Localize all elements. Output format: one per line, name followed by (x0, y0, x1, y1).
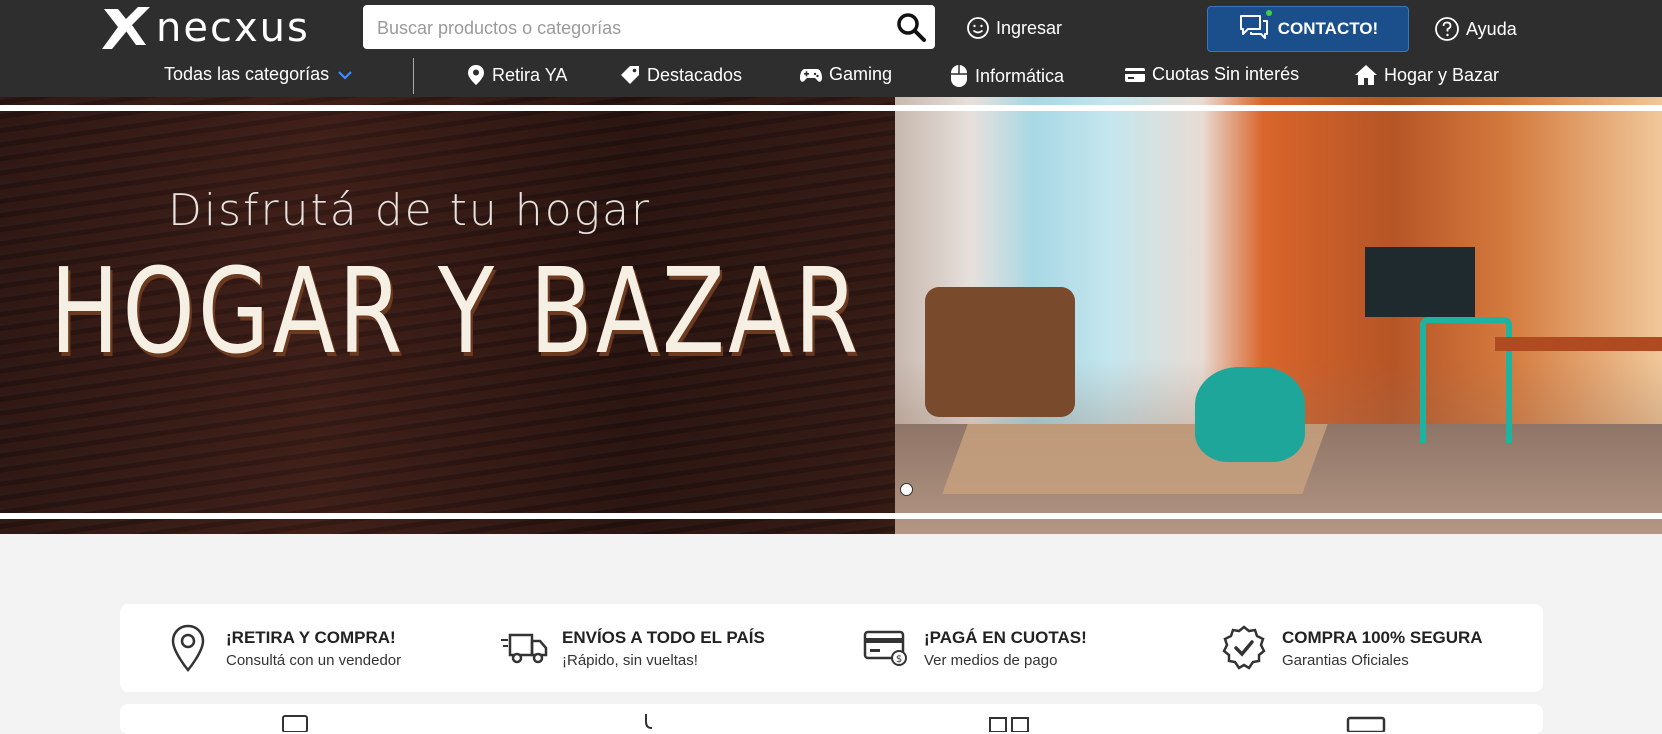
chat-bubbles-icon (1238, 9, 1272, 46)
location-pin-icon (468, 65, 484, 85)
all-categories-dropdown[interactable]: Todas las categorías (164, 64, 353, 85)
contact-label: CONTACTO! (1277, 19, 1379, 38)
nav-item-label: Hogar y Bazar (1384, 64, 1500, 85)
top-header: necxus Ingresar CONTACTO! (0, 0, 1662, 97)
home-icon (1355, 65, 1377, 85)
gamepad-icon (800, 68, 822, 82)
nav-item-informatica[interactable]: Informática (949, 64, 1064, 88)
feature-retira[interactable]: ¡RETIRA Y COMPRA! Consultá con un vended… (164, 604, 401, 692)
nav-item-label: Destacados (647, 64, 743, 85)
cable-icon (645, 714, 653, 729)
category-nav: Todas las categorías Retira YA Destacado… (0, 56, 1662, 96)
feature-title: COMPRA 100% SEGURA (1282, 627, 1483, 647)
hero-banner[interactable]: Disfrutá de tu hogar HOGAR Y BAZAR (0, 97, 1662, 534)
room-tv (1365, 247, 1475, 317)
feature-segura[interactable]: COMPRA 100% SEGURA Garantias Oficiales (1220, 604, 1483, 692)
room-chair (1420, 317, 1512, 443)
map-pin-icon (164, 622, 212, 674)
mouse-icon (951, 65, 967, 87)
search-icon[interactable] (895, 11, 927, 43)
room-armchair (925, 287, 1075, 417)
room-table (1495, 337, 1662, 351)
room-pouf (1195, 367, 1305, 462)
help-label: Ayuda (1466, 18, 1517, 39)
living-room-image (895, 97, 1662, 534)
feature-title: ¡RETIRA Y COMPRA! (226, 627, 396, 647)
features-bar: ¡RETIRA Y COMPRA! Consultá con un vended… (120, 604, 1543, 692)
search-input[interactable] (375, 5, 879, 51)
nav-item-retira-ya[interactable]: Retira YA (466, 64, 567, 86)
nav-item-destacados[interactable]: Destacados (619, 64, 742, 86)
help-link[interactable]: Ayuda (1434, 16, 1517, 42)
feature-subtitle: Ver medios de pago (924, 651, 1058, 669)
hero-title: HOGAR Y BAZAR (50, 242, 862, 380)
feature-envios[interactable]: ENVÍOS A TODO EL PAÍS ¡Rápido, sin vuelt… (500, 604, 765, 692)
contact-button[interactable]: CONTACTO! (1207, 6, 1409, 52)
banner-stripe-bottom (0, 513, 1662, 519)
card-payment-icon: $ (862, 622, 910, 674)
monitor-icon (282, 715, 308, 732)
login-link[interactable]: Ingresar (966, 16, 1062, 40)
login-label: Ingresar (996, 17, 1063, 38)
brand-name: necxus (156, 5, 310, 51)
category-icons-row (120, 704, 1543, 734)
nav-item-label: Retira YA (492, 64, 568, 85)
nav-item-gaming[interactable]: Gaming (799, 64, 892, 85)
feature-subtitle: Consultá con un vendedor (226, 651, 402, 669)
necxus-logo[interactable]: necxus (100, 4, 310, 52)
nav-item-hogar-bazar[interactable]: Hogar y Bazar (1354, 64, 1499, 86)
smiley-user-icon (967, 17, 989, 39)
chevron-down-icon (338, 70, 352, 80)
carousel-dot[interactable] (900, 483, 913, 496)
online-dot (1265, 9, 1272, 16)
svg-text:$: $ (896, 654, 902, 665)
tag-icon (621, 66, 639, 84)
feature-title: ENVÍOS A TODO EL PAÍS (562, 627, 765, 647)
nav-item-label: Gaming (829, 64, 893, 84)
truck-icon (500, 622, 548, 674)
nav-item-label: Informática (975, 65, 1065, 86)
hero-subtitle: Disfrutá de tu hogar (168, 185, 652, 236)
necxus-logo-icon (102, 7, 150, 49)
search-bar (363, 5, 935, 51)
laptop-icon (1346, 716, 1386, 732)
all-categories-label: Todas las categorías (164, 64, 330, 84)
feature-subtitle: ¡Rápido, sin vueltas! (562, 651, 698, 669)
feature-title: ¡PAGÁ EN CUOTAS! (924, 627, 1087, 647)
credit-card-icon (1125, 67, 1145, 82)
help-icon (1435, 17, 1459, 41)
feature-cuotas[interactable]: $ ¡PAGÁ EN CUOTAS! Ver medios de pago (862, 604, 1087, 692)
speakers-icon (989, 717, 1029, 732)
feature-subtitle: Garantias Oficiales (1282, 651, 1409, 669)
nav-item-cuotas[interactable]: Cuotas Sin interés (1124, 64, 1299, 85)
nav-item-label: Cuotas Sin interés (1152, 64, 1300, 84)
nav-divider (413, 58, 414, 94)
banner-stripe-top (0, 105, 1662, 111)
verified-badge-icon (1220, 622, 1268, 674)
